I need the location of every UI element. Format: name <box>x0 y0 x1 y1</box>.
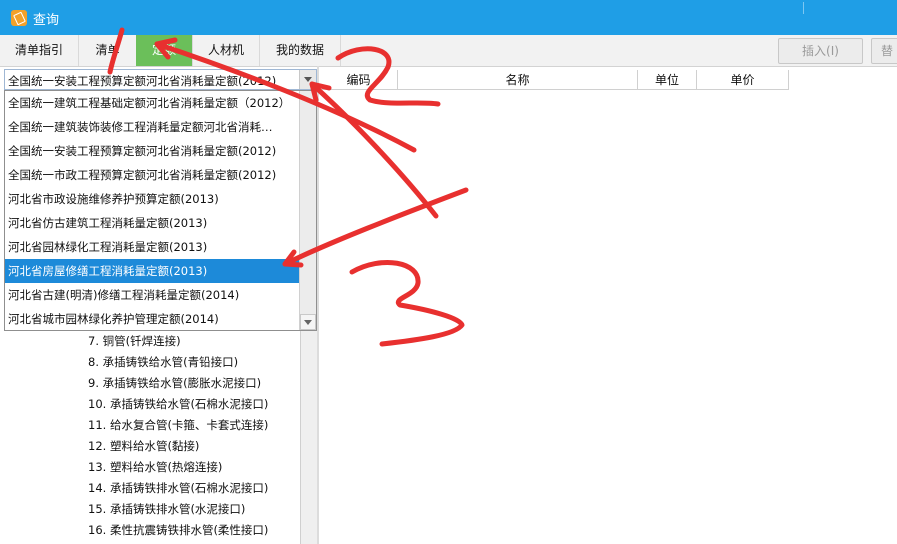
dropdown-option[interactable]: 全国统一安装工程预算定额河北省消耗量定额(2012) <box>5 139 301 163</box>
tab-my-data[interactable]: 我的数据 <box>260 35 341 66</box>
title-divider <box>803 2 804 14</box>
tree-item[interactable]: 14. 承插铸铁排水管(石棉水泥接口) <box>88 478 268 499</box>
dropdown-option[interactable]: 河北省仿古建筑工程消耗量定额(2013) <box>5 211 301 235</box>
tab-bill[interactable]: 清单 <box>79 35 137 66</box>
tab-bar: 清单指引 清单 定额 人材机 我的数据 插入(I) 替 <box>0 35 897 67</box>
column-header-unit[interactable]: 单位 <box>638 70 697 90</box>
tab-bill-guide[interactable]: 清单指引 <box>0 35 79 66</box>
dropdown-option[interactable]: 全国统一建筑工程基础定额河北省消耗量定额（2012） <box>5 91 301 115</box>
dropdown-option[interactable]: 河北省市政设施维修养护预算定额(2013) <box>5 187 301 211</box>
annotation-arrow-to-combo <box>309 81 439 219</box>
scroll-down-arrow-icon[interactable] <box>300 314 316 330</box>
dropdown-option[interactable]: 河北省园林绿化工程消耗量定额(2013) <box>5 235 301 259</box>
tab-labor-material-machine[interactable]: 人材机 <box>193 35 260 66</box>
dropdown-option[interactable]: 全国统一市政工程预算定额河北省消耗量定额(2012) <box>5 163 301 187</box>
annotation-digit-3 <box>349 259 465 347</box>
column-header-price[interactable]: 单价 <box>697 70 789 90</box>
tree-item[interactable]: 9. 承插铸铁给水管(膨胀水泥接口) <box>88 373 261 394</box>
app-logo-icon <box>11 10 27 26</box>
replace-button[interactable]: 替 <box>871 38 897 64</box>
tree-item[interactable]: 16. 柔性抗震铸铁排水管(柔性接口) <box>88 520 268 541</box>
pane-splitter[interactable] <box>317 66 319 544</box>
column-header-name[interactable]: 名称 <box>398 70 638 90</box>
tree-item[interactable]: 10. 承插铸铁给水管(石棉水泥接口) <box>88 394 268 415</box>
column-header-code[interactable]: 编码 <box>320 70 398 90</box>
dropdown-option[interactable]: 河北省城市园林绿化养护管理定额(2014) <box>5 307 301 331</box>
tree-item[interactable]: 13. 塑料给水管(热熔连接) <box>88 457 222 478</box>
dropdown-option[interactable]: 全国统一建筑装饰装修工程消耗量定额河北省消耗… <box>5 115 301 139</box>
insert-button[interactable]: 插入(I) <box>778 38 863 64</box>
tree-item[interactable]: 12. 塑料给水管(黏接) <box>88 436 199 457</box>
quota-library-dropdown: 全国统一建筑工程基础定额河北省消耗量定额（2012） 全国统一建筑装饰装修工程消… <box>4 90 317 331</box>
tree-item[interactable]: 7. 铜管(钎焊连接) <box>88 331 181 352</box>
window-title: 查询 <box>33 13 60 28</box>
chevron-down-icon[interactable] <box>299 70 316 89</box>
quota-library-selected-value: 全国统一安装工程预算定额河北省消耗量定额(2012) <box>8 74 277 88</box>
dropdown-option[interactable]: 河北省古建(明清)修缮工程消耗量定额(2014) <box>5 283 301 307</box>
tree-item[interactable]: 8. 承插铸铁给水管(青铅接口) <box>88 352 238 373</box>
tree-scrollbar[interactable] <box>301 331 317 544</box>
dropdown-scrollbar[interactable] <box>299 91 316 330</box>
tree-item[interactable]: 15. 承插铸铁排水管(水泥接口) <box>88 499 245 520</box>
quota-library-select[interactable]: 全国统一安装工程预算定额河北省消耗量定额(2012) <box>4 69 317 90</box>
tree-item[interactable]: 11. 给水复合管(卡箍、卡套式连接) <box>88 415 268 436</box>
quota-chapter-tree: 7. 铜管(钎焊连接) 8. 承插铸铁给水管(青铅接口) 9. 承插铸铁给水管(… <box>4 331 300 544</box>
dropdown-option-selected[interactable]: 河北省房屋修缮工程消耗量定额(2013) <box>5 259 301 283</box>
title-bar: 查询 <box>0 0 897 35</box>
tab-quota[interactable]: 定额 <box>136 35 193 66</box>
